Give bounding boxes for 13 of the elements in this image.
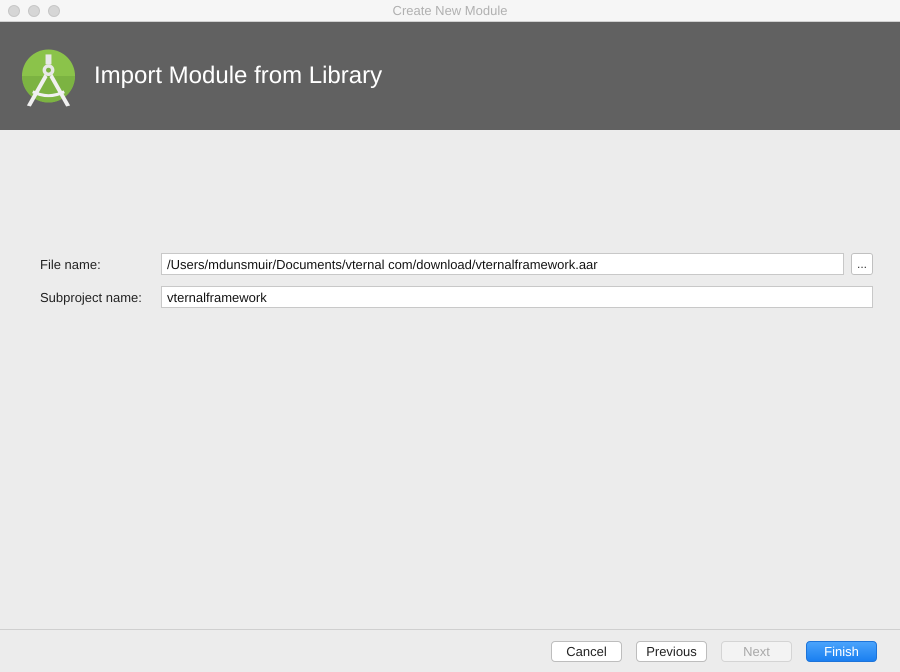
- field-label: Subproject name:: [40, 290, 143, 304]
- dialog-button[interactable]: Previous: [636, 641, 707, 662]
- minimize-button[interactable]: [28, 4, 40, 16]
- compass-logo-icon: [21, 48, 76, 108]
- dialog-button[interactable]: Cancel: [551, 641, 622, 662]
- text-field[interactable]: /Users/mdunsmuir/Documents/vternal com/download/vternalframework.aar: [161, 253, 844, 275]
- close-button[interactable]: [8, 4, 20, 16]
- browse-button[interactable]: ...: [851, 253, 873, 275]
- text-field[interactable]: vternalframework: [161, 286, 873, 308]
- field-label: File name:: [40, 256, 102, 272]
- page-heading: Import Module from Library: [94, 62, 382, 90]
- window-title: Create New Module: [392, 3, 508, 18]
- zoom-button[interactable]: [48, 4, 60, 16]
